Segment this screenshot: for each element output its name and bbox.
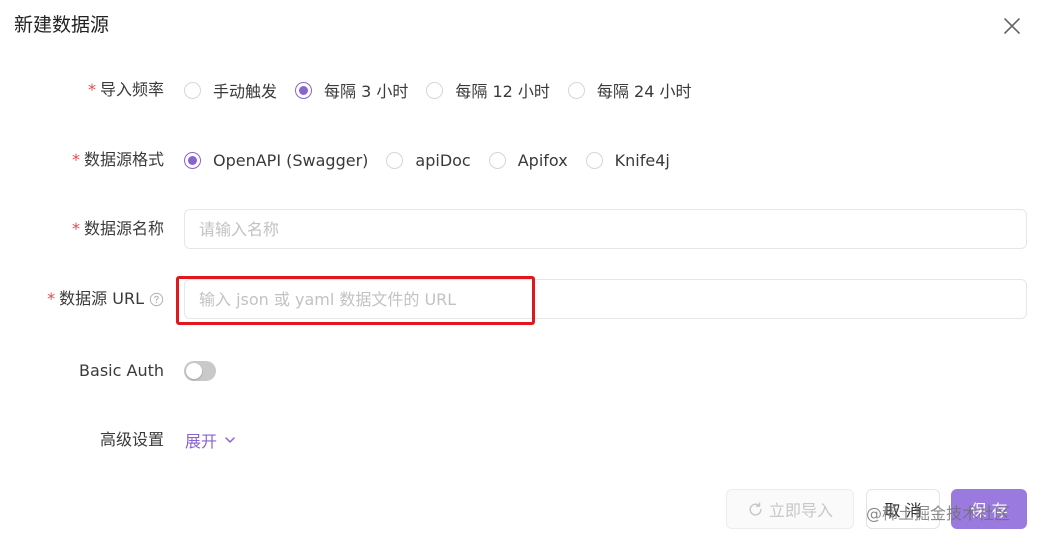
frequency-option-manual[interactable]: 手动触发 xyxy=(184,78,277,102)
format-label-wrap: * 数据源格式 xyxy=(72,139,164,181)
frequency-label-wrap: * 导入频率 xyxy=(88,69,164,111)
format-option-apidoc[interactable]: apiDoc xyxy=(386,150,471,170)
format-option-knife4j[interactable]: Knife4j xyxy=(585,150,670,170)
frequency-label: 导入频率 xyxy=(99,80,164,99)
help-icon[interactable] xyxy=(149,292,164,307)
radio-label: apiDoc xyxy=(415,150,471,170)
radio-circle-checked[interactable] xyxy=(295,81,313,99)
format-row: * 数据源格式 OpenAPI (Swagger) apiDoc Apifox … xyxy=(0,139,1044,181)
url-input[interactable] xyxy=(184,279,1027,319)
dialog-title: 新建数据源 xyxy=(14,14,110,36)
required-mark: * xyxy=(47,289,56,308)
basic-auth-toggle[interactable] xyxy=(184,361,216,381)
advanced-row: 高级设置 展开 xyxy=(0,419,1044,461)
required-mark: * xyxy=(71,219,80,238)
close-icon xyxy=(1004,18,1020,34)
radio-circle[interactable] xyxy=(567,81,585,99)
cancel-label: 取 消 xyxy=(884,501,922,520)
chevron-down-icon xyxy=(225,437,235,443)
name-row: * 数据源名称 xyxy=(0,208,1044,250)
cancel-button[interactable]: 取 消 xyxy=(866,489,940,529)
format-label: 数据源格式 xyxy=(83,150,164,169)
radio-label: 每隔 24 小时 xyxy=(596,82,692,101)
expand-label: 展开 xyxy=(185,432,218,451)
basic-auth-row: Basic Auth xyxy=(0,350,1044,392)
required-mark: * xyxy=(71,150,80,169)
url-label-wrap: * 数据源 URL xyxy=(47,278,164,320)
advanced-label-wrap: 高级设置 xyxy=(100,419,164,461)
name-input[interactable] xyxy=(184,209,1027,249)
radio-circle[interactable] xyxy=(184,81,201,99)
expand-link[interactable]: 展开 xyxy=(185,419,236,461)
toggle-knob xyxy=(186,363,202,379)
frequency-radio-group: 手动触发 每隔 3 小时 每隔 12 小时 每隔 24 小时 xyxy=(184,69,709,111)
import-now-label: 立即导入 xyxy=(768,501,833,520)
radio-circle[interactable] xyxy=(585,151,603,169)
radio-label: 手动触发 xyxy=(213,82,278,101)
basic-auth-label-wrap: Basic Auth xyxy=(79,350,164,392)
format-option-openapi[interactable]: OpenAPI (Swagger) xyxy=(184,151,368,170)
radio-circle[interactable] xyxy=(386,151,404,169)
name-label-wrap: * 数据源名称 xyxy=(72,208,164,250)
close-button[interactable] xyxy=(998,12,1026,40)
radio-circle[interactable] xyxy=(426,81,444,99)
radio-label: Knife4j xyxy=(614,150,670,170)
new-datasource-dialog: 新建数据源 * 导入频率 手动触发 每隔 3 小时 每隔 12 小时 每隔 24… xyxy=(0,0,1044,539)
radio-circle-checked[interactable] xyxy=(184,151,201,169)
radio-label: 每隔 12 小时 xyxy=(455,82,550,101)
name-label: 数据源名称 xyxy=(83,219,164,238)
radio-label: 每隔 3 小时 xyxy=(324,82,409,101)
required-mark: * xyxy=(87,80,96,99)
basic-auth-label: Basic Auth xyxy=(79,361,164,380)
save-label: 保 存 xyxy=(970,501,1008,520)
radio-label: OpenAPI (Swagger) xyxy=(213,150,369,170)
import-now-button[interactable]: 立即导入 xyxy=(726,489,854,529)
url-row: * 数据源 URL xyxy=(0,278,1044,320)
format-radio-group: OpenAPI (Swagger) apiDoc Apifox Knife4j xyxy=(184,139,688,181)
save-button[interactable]: 保 存 xyxy=(951,489,1027,529)
advanced-label: 高级设置 xyxy=(99,430,164,449)
frequency-option-24h[interactable]: 每隔 24 小时 xyxy=(567,78,692,102)
frequency-row: * 导入频率 手动触发 每隔 3 小时 每隔 12 小时 每隔 24 小时 xyxy=(0,69,1044,111)
refresh-icon xyxy=(749,501,762,516)
format-option-apifox[interactable]: Apifox xyxy=(488,150,568,170)
radio-label: Apifox xyxy=(517,150,568,170)
frequency-option-3h[interactable]: 每隔 3 小时 xyxy=(295,78,408,102)
frequency-option-12h[interactable]: 每隔 12 小时 xyxy=(426,78,550,102)
url-label: 数据源 URL xyxy=(59,289,144,308)
radio-circle[interactable] xyxy=(488,151,506,169)
